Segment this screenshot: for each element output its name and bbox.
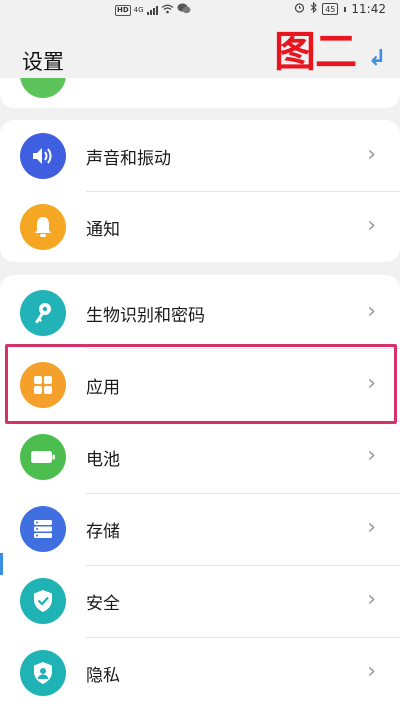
volume-icon	[20, 133, 66, 179]
settings-item-biometrics[interactable]: 生物识别和密码 ›	[0, 277, 400, 349]
wechat-icon	[177, 3, 191, 17]
settings-item-label: 生物识别和密码	[86, 306, 205, 326]
settings-item-label: 安全	[86, 594, 120, 614]
chevron-right-icon: ›	[367, 213, 376, 238]
network-type: 4G	[133, 6, 144, 14]
chevron-right-icon: ›	[367, 299, 376, 324]
settings-card-partial	[0, 78, 400, 108]
chevron-right-icon: ›	[367, 443, 376, 468]
settings-item-label: 存储	[86, 522, 120, 542]
partial-item-icon	[20, 78, 66, 98]
chevron-right-icon: ›	[367, 659, 376, 684]
settings-card-2: 生物识别和密码 › 应用 › 电池 › 存储 › 安全 › 隐私 ›	[0, 275, 400, 720]
page-title: 设置	[22, 50, 64, 74]
hd-icon: HD	[115, 4, 131, 16]
signal-icon	[146, 5, 158, 15]
annotation-label: 图二	[274, 27, 357, 76]
alarm-icon	[294, 2, 305, 16]
settings-item-label: 通知	[86, 220, 120, 240]
annotation-arrow-icon: ↲	[368, 46, 387, 71]
shield-icon	[20, 578, 66, 624]
scroll-edge-mark	[0, 553, 3, 575]
battery-level: 45	[325, 4, 336, 14]
status-bar: HD 4G 45 11:42	[0, 0, 400, 20]
status-left: HD 4G	[115, 3, 191, 17]
settings-item-sound[interactable]: 声音和振动 ›	[0, 120, 400, 192]
battery-icon: 45	[322, 3, 339, 15]
settings-card-1: 声音和振动 › 通知 ›	[0, 120, 400, 262]
key-icon	[20, 290, 66, 336]
settings-item-privacy[interactable]: 隐私 ›	[0, 637, 400, 709]
settings-item-battery[interactable]: 电池 ›	[0, 421, 400, 493]
settings-item-storage[interactable]: 存储 ›	[0, 493, 400, 565]
chevron-right-icon: ›	[367, 587, 376, 612]
settings-item-label: 声音和振动	[86, 149, 171, 169]
status-right: 45 11:42	[294, 1, 386, 16]
storage-icon	[20, 506, 66, 552]
settings-item-label: 隐私	[86, 666, 120, 686]
bell-icon	[20, 204, 66, 250]
wifi-icon	[161, 4, 174, 17]
bluetooth-icon	[310, 1, 318, 16]
battery-icon	[20, 434, 66, 480]
highlight-box	[5, 344, 397, 424]
settings-item-label: 电池	[86, 450, 120, 470]
settings-item-security[interactable]: 安全 ›	[0, 565, 400, 637]
chevron-right-icon: ›	[367, 142, 376, 167]
privacy-icon	[20, 650, 66, 696]
battery-tip	[344, 6, 347, 12]
settings-item-notifications[interactable]: 通知 ›	[0, 191, 400, 263]
clock: 11:42	[351, 2, 386, 16]
chevron-right-icon: ›	[367, 515, 376, 540]
